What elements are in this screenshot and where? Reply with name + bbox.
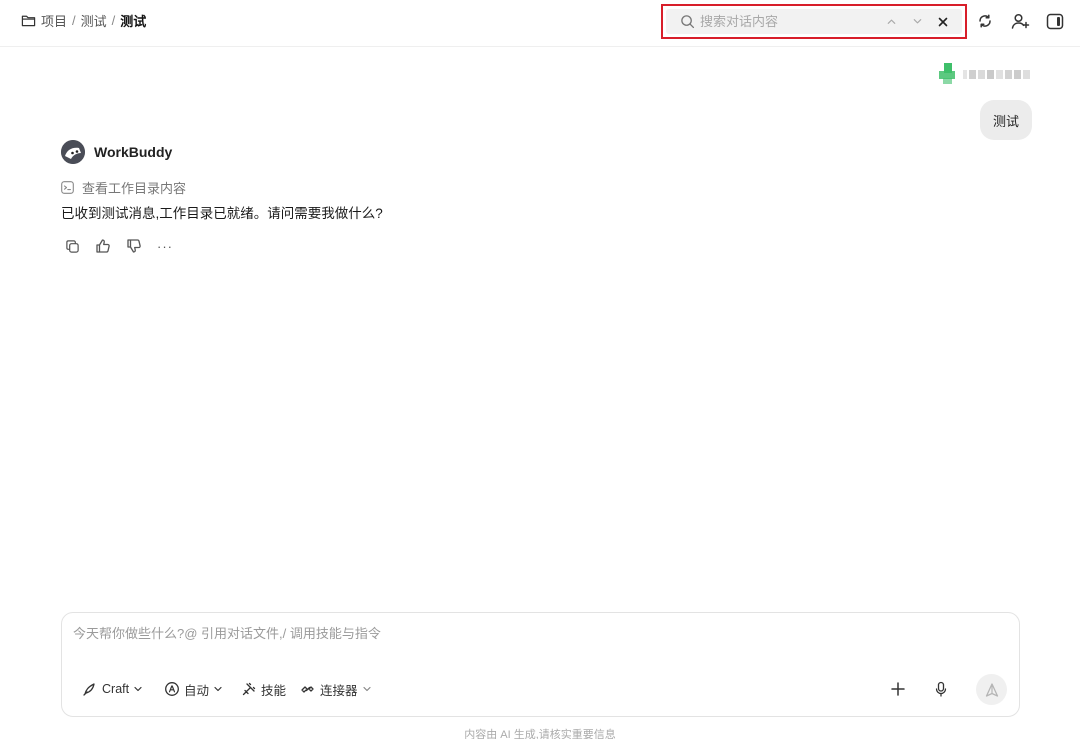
assistant-reply: 已收到测试消息,工作目录已就绪。请问需要我做什么? <box>61 206 383 221</box>
tool-step-label: 查看工作目录内容 <box>82 180 187 196</box>
chevron-down-icon <box>133 684 143 694</box>
conversation-search-bar <box>666 9 962 34</box>
craft-icon <box>82 681 98 697</box>
sidebar-toggle-icon[interactable] <box>1044 10 1066 32</box>
microphone-icon[interactable] <box>929 677 953 701</box>
search-highlight-box <box>661 4 967 39</box>
add-attachment-button[interactable] <box>886 677 910 701</box>
breadcrumb-separator: / <box>72 12 76 28</box>
search-icon <box>680 14 695 29</box>
breadcrumb-root[interactable]: 项目 <box>41 11 67 30</box>
mode-label: Craft <box>102 682 130 696</box>
more-icon[interactable]: ··· <box>155 236 175 256</box>
copy-icon[interactable] <box>62 236 82 256</box>
mode-select[interactable]: Craft <box>82 679 143 699</box>
connectors-select[interactable]: 连接器 <box>300 679 372 699</box>
breadcrumb-separator: / <box>111 12 116 28</box>
skills-button[interactable]: 技能 <box>241 679 286 699</box>
terminal-icon <box>61 180 74 194</box>
avatar <box>939 63 957 85</box>
user-meta <box>939 63 1032 85</box>
avatar <box>61 140 85 164</box>
model-label: 自动 <box>184 683 210 698</box>
breadcrumb-current: 测试 <box>120 13 147 29</box>
chevron-down-icon[interactable] <box>906 11 928 33</box>
chevron-down-icon <box>213 684 223 694</box>
skills-label: 技能 <box>261 683 287 698</box>
folder-icon[interactable] <box>21 13 36 28</box>
chevron-up-icon[interactable] <box>880 11 902 33</box>
chevron-down-icon <box>362 684 372 694</box>
thumbs-down-icon[interactable] <box>124 236 144 256</box>
user-name-redacted <box>963 69 1032 79</box>
sync-icon[interactable] <box>974 10 996 32</box>
top-bar: 项目 / 测试 / 测试 <box>0 0 1080 47</box>
auto-model-icon <box>164 681 180 697</box>
assistant-name: WorkBuddy <box>94 144 173 160</box>
send-button[interactable] <box>976 674 1007 705</box>
assistant-header: WorkBuddy <box>61 140 172 164</box>
model-select[interactable]: 自动 <box>164 679 223 699</box>
user-message-bubble: 测试 <box>979 100 1032 140</box>
thumbs-up-icon[interactable] <box>93 236 113 256</box>
breadcrumb: 项目 / 测试 / 测试 <box>21 11 146 29</box>
close-icon[interactable] <box>932 11 954 33</box>
add-user-icon[interactable] <box>1009 10 1031 32</box>
tool-step[interactable]: 查看工作目录内容 <box>61 178 186 196</box>
ai-disclaimer: 内容由 AI 生成,请核实重要信息 <box>464 729 616 739</box>
message-input[interactable] <box>73 623 1003 647</box>
skills-icon <box>241 681 257 697</box>
message-actions: ··· <box>62 236 186 256</box>
connectors-label: 连接器 <box>320 683 358 698</box>
search-input[interactable] <box>700 14 876 29</box>
message-composer: Craft 自动 技能 连接器 <box>61 612 1020 717</box>
breadcrumb-project[interactable]: 测试 <box>81 11 107 30</box>
connector-icon <box>300 681 316 697</box>
